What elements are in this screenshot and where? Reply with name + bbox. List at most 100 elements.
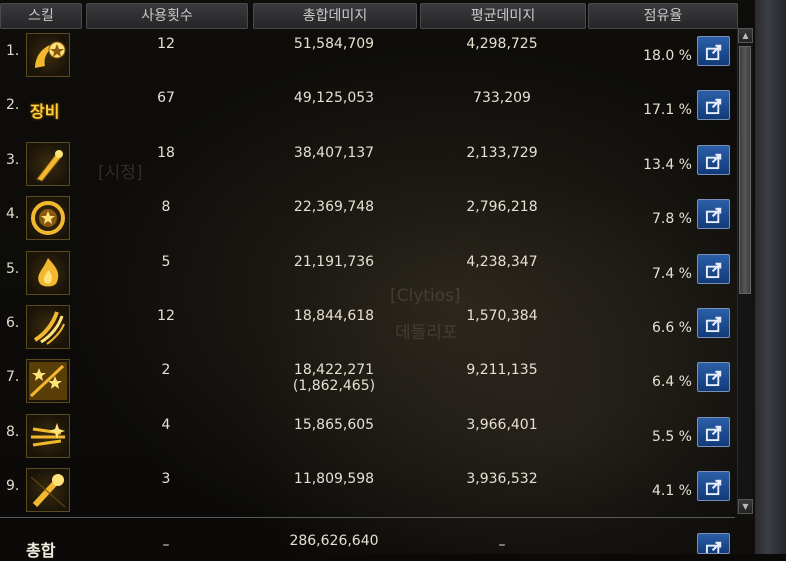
avg-damage: 733,209 xyxy=(473,90,531,107)
rank-number: 9. xyxy=(6,478,20,495)
uses-count: 67 xyxy=(157,90,175,107)
bat-skill-icon xyxy=(26,141,70,186)
avg-damage: 3,966,401 xyxy=(466,416,538,433)
total-damage: 49,125,053 xyxy=(253,90,415,106)
equipment-icon-label: 장비 xyxy=(30,102,60,122)
scroll-up-button[interactable]: ▲ xyxy=(738,28,753,43)
share-icon xyxy=(705,207,722,224)
share-percent: 6.6 % xyxy=(651,320,692,336)
share-button[interactable] xyxy=(697,144,730,175)
uses-count: 2 xyxy=(161,362,171,379)
total-damage: 21,191,736 xyxy=(253,254,415,270)
share-icon xyxy=(705,99,722,115)
total-damage-value: 18,422,271 xyxy=(293,362,375,379)
column-header-share[interactable]: 점유율 xyxy=(588,3,738,29)
rank-number: 1. xyxy=(6,43,20,59)
total-share-button[interactable] xyxy=(697,533,730,554)
share-button[interactable] xyxy=(697,199,730,230)
total-damage-value: 18,844,618 xyxy=(293,308,375,324)
table-header: 스킬 사용횟수 총합데미지 평균데미지 점유율 xyxy=(0,0,752,30)
table-row: 6. 12 18,844,618 1,570,384 6.6 % xyxy=(0,300,735,354)
share-percent: 7.8 % xyxy=(651,211,692,228)
total-damage-sub: (1,862,465) xyxy=(292,378,376,395)
scrollbar[interactable]: ▲ ▼ xyxy=(737,28,753,514)
rank-number: 3. xyxy=(6,151,20,168)
total-damage: 22,369,748 xyxy=(253,199,415,215)
share-button[interactable] xyxy=(697,308,730,338)
table-row: 3. 18 38,407,137 2,133,729 13.4 % xyxy=(0,137,735,191)
share-percent: 5.5 % xyxy=(651,428,692,445)
rank-number: 4. xyxy=(6,206,20,223)
total-damage: 51,584,709 xyxy=(253,36,415,52)
uses-count: 18 xyxy=(157,144,175,161)
share-button[interactable] xyxy=(697,36,730,66)
avg-damage: 2,796,218 xyxy=(466,199,538,216)
total-divider xyxy=(0,517,735,518)
uses-count: 12 xyxy=(157,308,175,324)
avg-damage: 1,570,384 xyxy=(466,308,538,324)
table-row: 5. 5 21,191,736 4,238,347 7.4 % xyxy=(0,246,735,300)
table-row: 4. 8 22,369,748 2,796,218 7.8 % xyxy=(0,191,735,245)
avg-damage: 9,211,135 xyxy=(466,362,538,379)
uses-count: 8 xyxy=(161,199,171,216)
total-damage: 18,422,271 (1,862,465) xyxy=(253,362,415,394)
share-icon xyxy=(705,153,722,169)
table-row: 1. 12 51,584,709 4,298,725 18.0 % xyxy=(0,28,735,82)
share-percent: 17.1 % xyxy=(643,102,692,119)
total-damage-value: 38,407,137 xyxy=(293,144,375,161)
total-damage: 15,865,605 xyxy=(253,417,415,433)
uses-count: 4 xyxy=(161,416,171,433)
share-percent: 13.4 % xyxy=(643,156,692,173)
comet-swing-skill-icon xyxy=(26,468,70,513)
share-icon xyxy=(705,44,722,61)
table-row: 2. 장비 67 49,125,053 733,209 17.1 % xyxy=(0,82,735,136)
rank-number: 6. xyxy=(6,315,20,331)
star-ring-skill-icon xyxy=(26,196,70,241)
total-damage-value: 22,369,748 xyxy=(293,199,375,216)
total-damage: 18,844,618 xyxy=(253,308,415,324)
total-damage-sum: 286,626,640 xyxy=(289,533,379,549)
table-row: 9. 3 11,809,598 3,936,532 4.1 % xyxy=(0,463,735,517)
share-button[interactable] xyxy=(697,416,730,447)
column-header-uses[interactable]: 사용횟수 xyxy=(86,3,248,29)
total-damage-value: 21,191,736 xyxy=(293,253,375,270)
total-damage-value: 15,865,605 xyxy=(293,416,375,433)
equipment-icon: 장비 xyxy=(30,98,59,122)
window-edge xyxy=(755,0,786,554)
claw-slash-skill-icon xyxy=(26,305,70,349)
share-percent: 7.4 % xyxy=(651,265,692,282)
column-header-avg-damage[interactable]: 평균데미지 xyxy=(420,3,586,29)
rank-number: 7. xyxy=(6,369,20,386)
share-percent: 6.4 % xyxy=(651,374,692,391)
uses-count: 3 xyxy=(161,471,171,488)
dash-spark-skill-icon xyxy=(26,413,70,458)
share-icon xyxy=(705,425,722,441)
total-damage-value: 51,584,709 xyxy=(293,36,375,52)
star-burst-skill-icon xyxy=(26,359,70,404)
rank-number: 8. xyxy=(6,423,20,440)
total-damage: 38,407,137 xyxy=(253,145,415,161)
share-percent: 18.0 % xyxy=(643,48,692,64)
rank-number: 5. xyxy=(6,260,20,277)
total-avg: – xyxy=(498,537,506,553)
scroll-thumb[interactable] xyxy=(739,46,751,294)
total-label: 총합 xyxy=(26,541,56,560)
avg-damage: 4,238,347 xyxy=(466,253,538,270)
column-header-total-damage[interactable]: 총합데미지 xyxy=(253,3,417,29)
scroll-down-button[interactable]: ▼ xyxy=(738,499,753,514)
share-button[interactable] xyxy=(697,90,730,121)
share-button[interactable] xyxy=(697,362,730,393)
share-icon xyxy=(705,479,722,496)
avg-damage: 4,298,725 xyxy=(466,36,538,52)
share-icon xyxy=(705,541,722,553)
share-button[interactable] xyxy=(697,253,730,284)
flame-skill-icon xyxy=(26,250,70,295)
table-row: 7. 2 18,422,271 (1,862,465) 9,211,135 6.… xyxy=(0,354,735,408)
uses-count: 5 xyxy=(161,253,171,270)
share-icon xyxy=(705,371,722,387)
column-header-skill[interactable]: 스킬 xyxy=(0,3,82,29)
total-damage-value: 11,809,598 xyxy=(293,471,375,488)
share-button[interactable] xyxy=(697,471,730,502)
rank-number: 2. xyxy=(6,97,20,114)
avg-damage: 2,133,729 xyxy=(466,144,538,161)
